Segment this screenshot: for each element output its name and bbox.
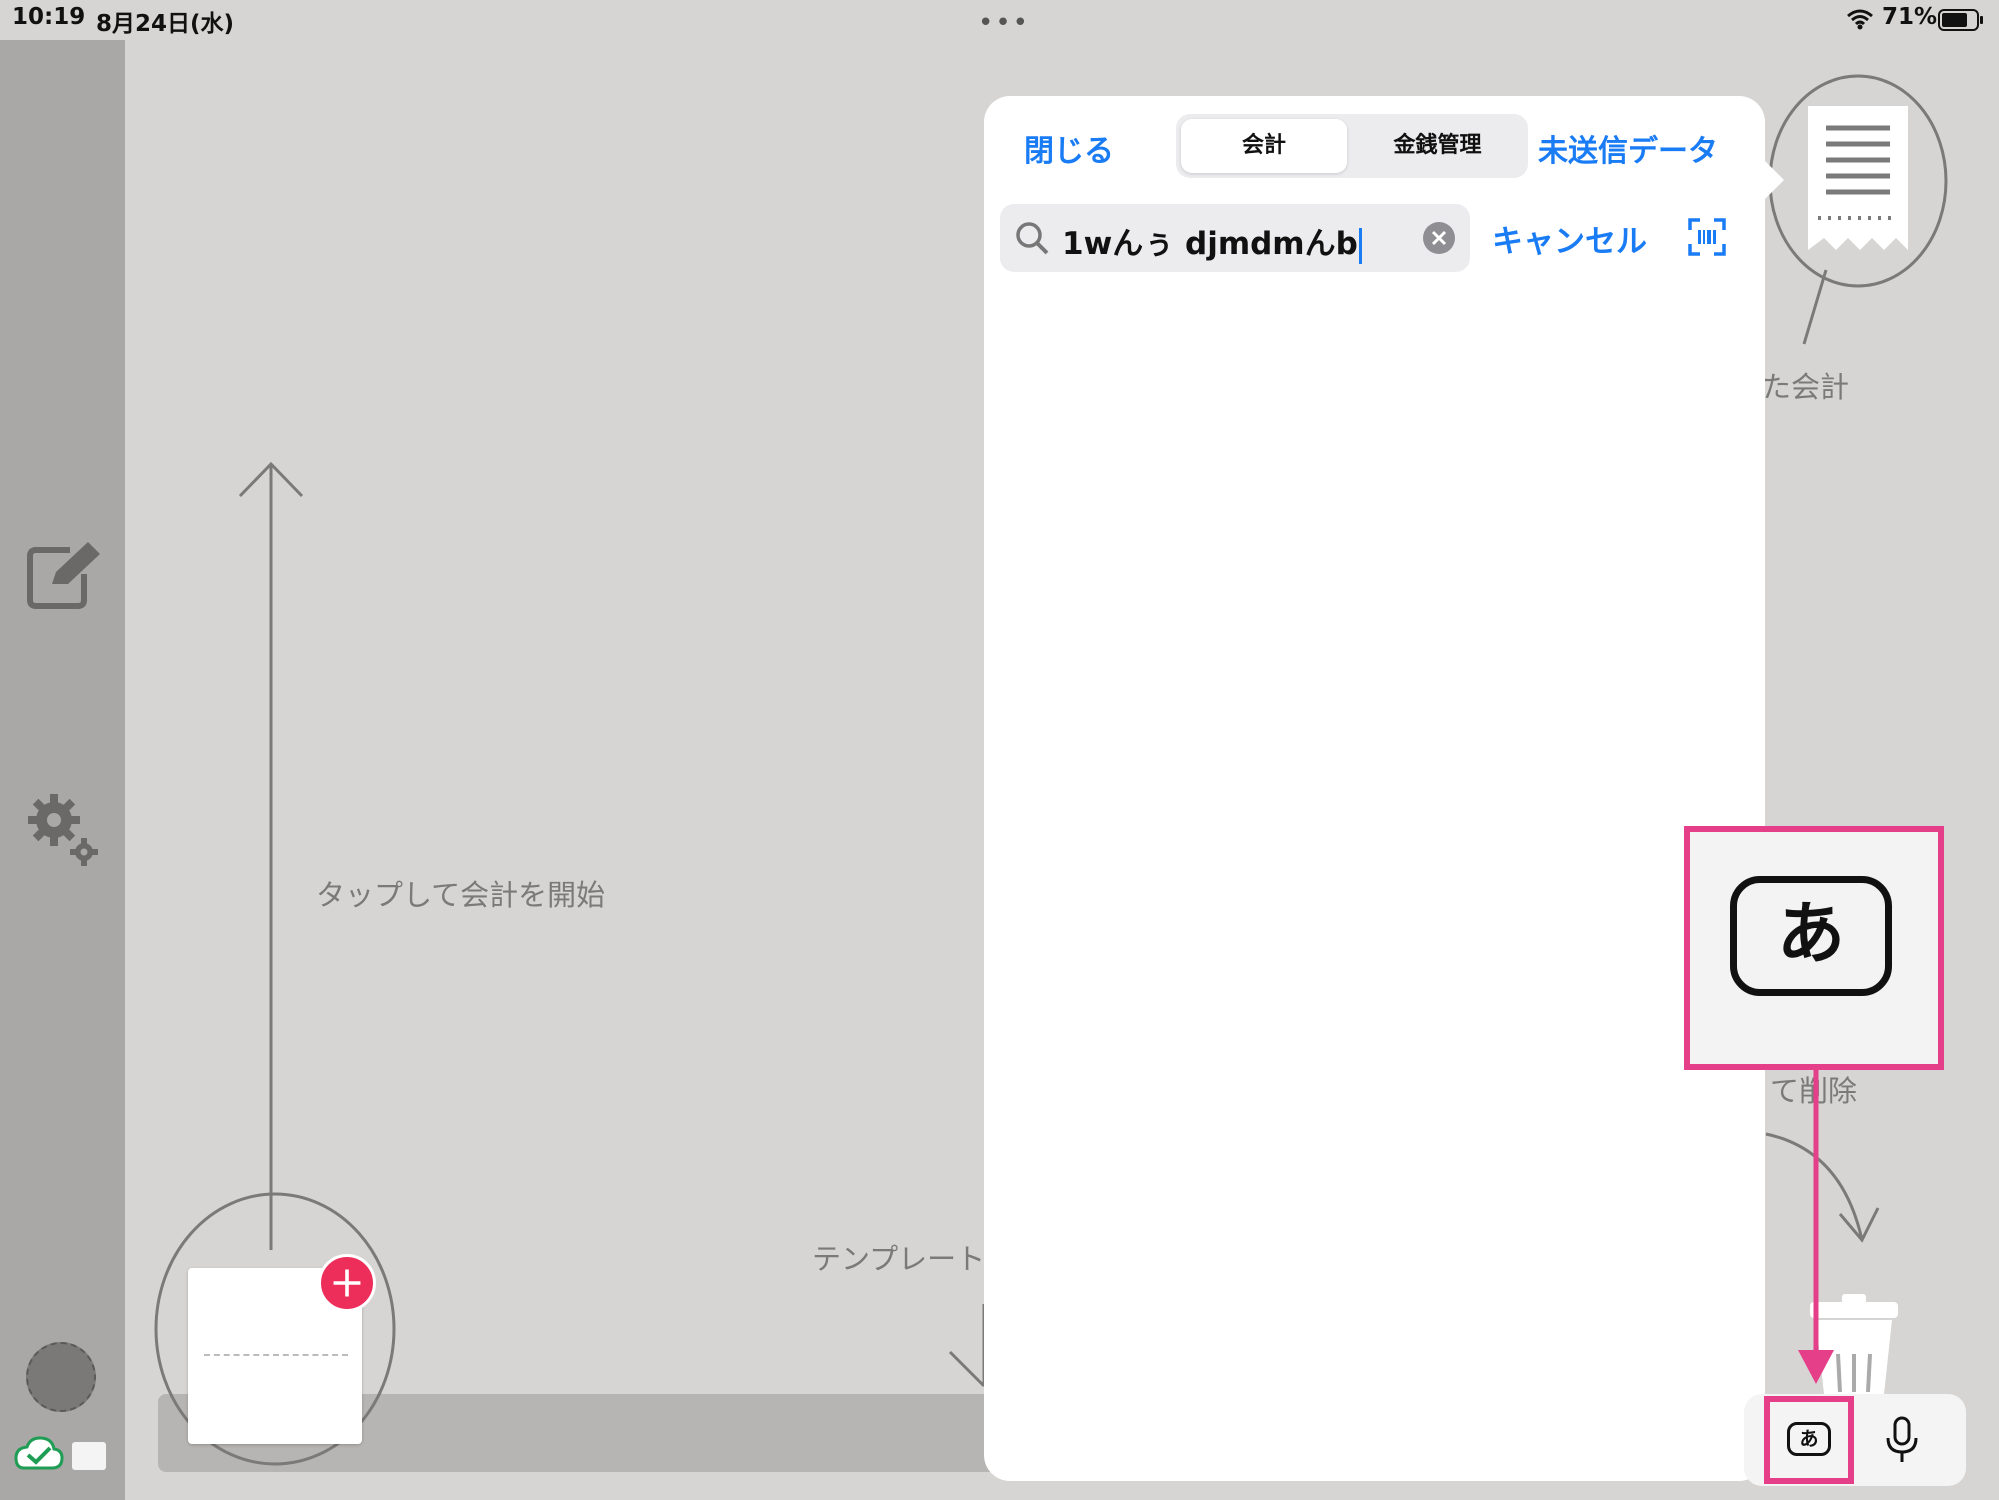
receipt-pointer-line (1802, 269, 1828, 345)
cloud-check-icon (14, 1436, 64, 1470)
barcode-scan-icon[interactable] (1688, 218, 1726, 256)
segment-checkout[interactable]: 会計 (1181, 119, 1347, 173)
plus-icon[interactable] (318, 1254, 376, 1312)
kana-key-highlight: あ (1764, 1396, 1854, 1484)
tap-to-start-hint: タップして会計を開始 (316, 878, 606, 912)
wifi-icon (1847, 9, 1873, 30)
avatar[interactable] (26, 1342, 96, 1412)
segment-cash-management[interactable]: 金銭管理 (1352, 119, 1523, 173)
keyboard-shortcut-bar: あ (1744, 1394, 1966, 1486)
segmented-control: 会計 金銭管理 (1176, 114, 1528, 178)
completed-checkout-hint: た会計 (1762, 370, 1850, 404)
microphone-icon[interactable] (1884, 1416, 1920, 1464)
sidebar (0, 40, 125, 1500)
callout-arrow (1798, 1068, 1834, 1384)
zoomed-kana-key: あ (1730, 876, 1892, 996)
sync-status-square (72, 1442, 106, 1470)
text-caret (1358, 227, 1362, 264)
receipt-icon[interactable] (1766, 72, 1950, 290)
settings-icon[interactable] (24, 790, 104, 870)
battery-icon (1938, 9, 1983, 31)
cancel-button[interactable]: キャンセル (1492, 216, 1647, 261)
search-popover (984, 96, 1765, 1481)
search-input[interactable]: 1wんぅ djmdmんb (1062, 218, 1362, 264)
multitasking-dots-icon[interactable]: ••• (978, 8, 1030, 38)
search-icon (1016, 222, 1049, 255)
card-divider (204, 1354, 348, 1356)
close-button[interactable]: 閉じる (1024, 126, 1114, 170)
kana-input-key[interactable]: あ (1787, 1422, 1831, 1456)
status-time: 10:19 (12, 4, 86, 30)
unsent-data-button[interactable]: 未送信データ (1538, 126, 1718, 170)
template-hint: テンプレート (812, 1242, 986, 1276)
search-value: 1wんぅ djmdmんb (1062, 226, 1358, 262)
status-date: 8月24日(水) (96, 11, 235, 37)
battery-percent: 71% (1882, 4, 1938, 30)
popover-arrow (1762, 158, 1784, 202)
clear-icon[interactable] (1422, 221, 1456, 255)
up-arrow-guide (238, 461, 304, 1250)
search-field[interactable]: 1wんぅ djmdmんb (1000, 204, 1470, 272)
zoomed-kana-key-callout: あ (1684, 826, 1944, 1070)
compose-icon[interactable] (26, 540, 106, 610)
